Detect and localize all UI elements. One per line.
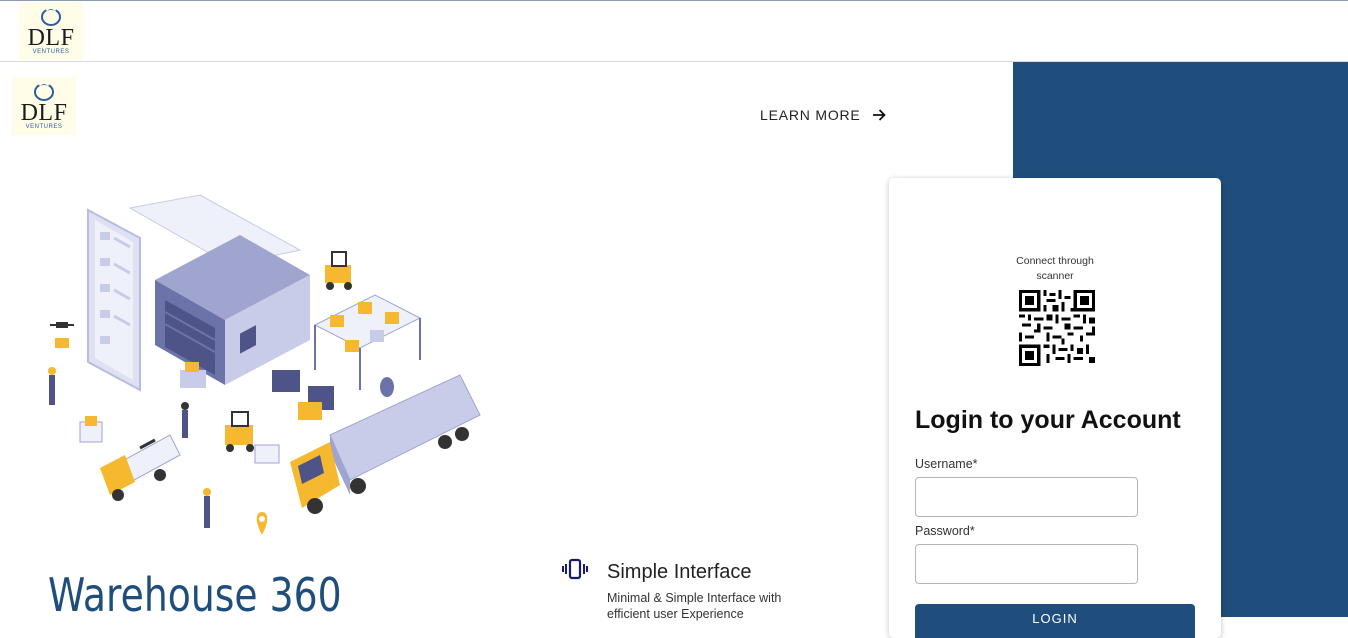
feature-desc-line: Minimal & Simple Interface with bbox=[607, 591, 782, 605]
learn-more-link[interactable]: LEARN MORE bbox=[760, 107, 887, 123]
learn-more-label: LEARN MORE bbox=[760, 107, 861, 123]
warehouse-building bbox=[128, 194, 310, 385]
small-truck bbox=[100, 434, 181, 501]
header-logo[interactable]: DLF VENTURES bbox=[19, 2, 83, 60]
password-label: Password* bbox=[915, 524, 975, 538]
connect-scanner-text: Connect through scanner bbox=[889, 254, 1221, 284]
forklift-middle bbox=[225, 411, 280, 464]
worker-figures bbox=[48, 367, 211, 528]
feature-desc-line: efficient user Experience bbox=[607, 607, 744, 621]
logo-wordmark: DLF bbox=[27, 25, 75, 51]
top-header: DLF VENTURES bbox=[0, 0, 1348, 62]
logo-ring-icon bbox=[34, 81, 54, 101]
logo-wordmark: DLF bbox=[20, 100, 68, 126]
product-title: Warehouse 360 bbox=[48, 568, 342, 622]
logo-ring-icon bbox=[41, 6, 61, 26]
arrow-right-icon bbox=[872, 109, 886, 121]
qr-code-icon[interactable] bbox=[1019, 290, 1095, 366]
drone-graphic bbox=[50, 322, 74, 348]
password-input[interactable] bbox=[915, 544, 1138, 584]
username-input[interactable] bbox=[915, 477, 1138, 517]
forklift-top bbox=[325, 251, 352, 290]
warehouse-illustration bbox=[48, 194, 481, 535]
login-button[interactable]: LOGIN bbox=[915, 604, 1195, 638]
login-card: Connect through scanner Login to your Ac… bbox=[889, 178, 1221, 638]
username-label: Username* bbox=[915, 457, 978, 471]
phone-graphic bbox=[87, 208, 141, 392]
location-pin-icon bbox=[256, 512, 268, 535]
login-title: Login to your Account bbox=[915, 406, 1181, 434]
feature-title: Simple Interface bbox=[607, 561, 752, 583]
shelf-racks bbox=[313, 294, 422, 390]
hero-logo: DLF VENTURES bbox=[12, 77, 76, 135]
feature-description: Minimal & Simple Interface with efficien… bbox=[607, 590, 807, 622]
connect-line: Connect through bbox=[1016, 255, 1094, 267]
connect-line: scanner bbox=[1036, 270, 1074, 282]
vibrate-phone-icon bbox=[562, 558, 588, 580]
